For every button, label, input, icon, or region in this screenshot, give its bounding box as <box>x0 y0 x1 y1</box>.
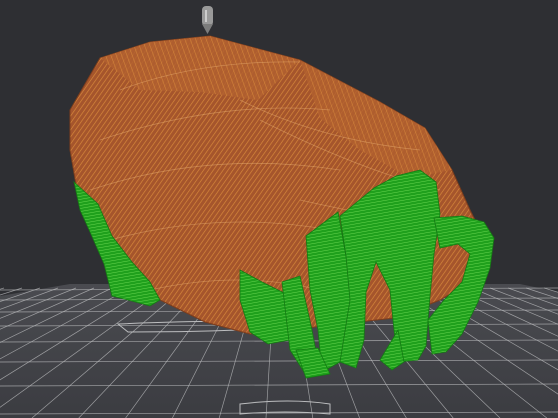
3d-preview-viewport[interactable] <box>0 0 558 418</box>
slice-preview-scene[interactable] <box>0 0 558 418</box>
